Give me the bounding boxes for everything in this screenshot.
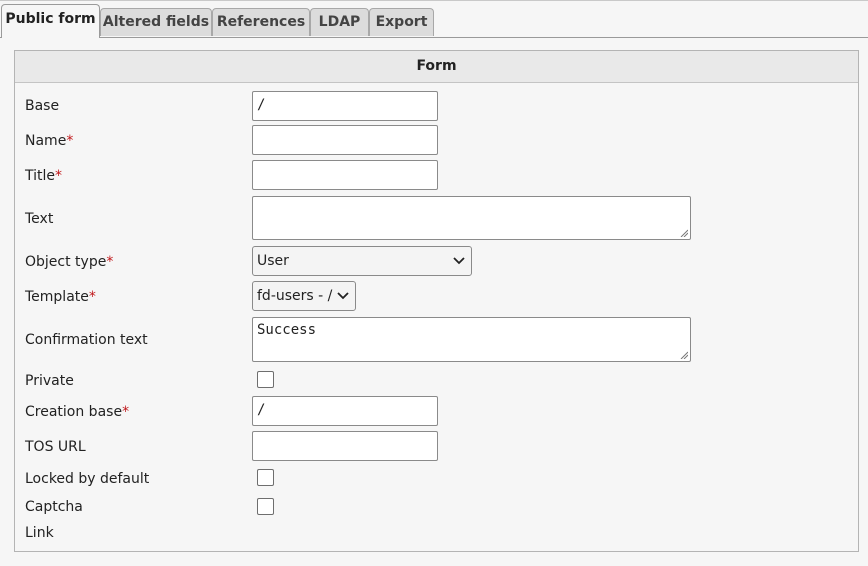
template-select[interactable]: fd-users - / [252,281,356,311]
object-type-select[interactable]: User [252,246,472,276]
private-label-text: Private [25,373,74,389]
text-label: Text [25,210,53,228]
confirmation-text-textarea[interactable]: Success [252,317,691,362]
creation-base-label-text: Creation base [25,404,123,420]
chevron-down-icon [337,292,349,300]
form-panel: Form Base / Name* Title* Text Object typ… [14,50,859,552]
captcha-label: Captcha [25,498,83,516]
template-label-text: Template [25,289,89,305]
name-label-text: Name [25,133,67,149]
base-label: Base [25,97,59,115]
template-required-mark: * [88,289,96,305]
name-label: Name* [25,132,73,150]
creation-base-label: Creation base* [25,403,129,421]
tab-export[interactable]: Export [369,8,434,36]
confirmation-text-label: Confirmation text [25,331,148,349]
base-label-text: Base [25,98,60,114]
tos-url-input[interactable] [252,431,438,461]
object-type-required-mark: * [106,254,114,270]
chevron-down-icon [453,257,465,265]
locked-by-default-label-text: Locked by default [25,471,150,487]
tab-bar: Public form Altered fields References LD… [0,0,868,38]
tab-altered-fields[interactable]: Altered fields [100,8,212,36]
link-label-text: Link [25,525,54,541]
captcha-checkbox[interactable] [257,498,274,515]
name-input[interactable] [252,125,438,155]
tos-url-label-text: TOS URL [25,439,86,455]
link-label: Link [25,524,54,542]
template-selected: fd-users - / [257,288,333,304]
title-label-text: Title [25,168,56,184]
title-input[interactable] [252,160,438,190]
captcha-label-text: Captcha [25,499,83,515]
template-label: Template* [25,288,96,306]
resize-grip-icon[interactable] [680,351,688,359]
tab-public-form[interactable]: Public form [1,4,100,38]
base-input[interactable]: / [252,91,438,121]
tos-url-label: TOS URL [25,438,86,456]
text-textarea[interactable] [252,196,691,240]
confirmation-text-label-text: Confirmation text [25,332,148,348]
locked-by-default-label: Locked by default [25,470,149,488]
private-checkbox[interactable] [257,371,274,388]
title-label: Title* [25,167,62,185]
object-type-label: Object type* [25,253,113,271]
locked-by-default-checkbox[interactable] [257,469,274,486]
name-required-mark: * [66,133,74,149]
text-label-text: Text [25,211,54,227]
confirmation-text-value: Success [257,322,317,338]
object-type-selected: User [257,253,289,269]
creation-base-input[interactable]: / [252,396,438,426]
private-label: Private [25,372,74,390]
tab-ldap[interactable]: LDAP [310,8,369,36]
resize-grip-icon[interactable] [680,229,688,237]
tab-references[interactable]: References [212,8,310,36]
creation-base-required-mark: * [122,404,130,420]
title-required-mark: * [55,168,63,184]
panel-title: Form [15,51,858,83]
object-type-label-text: Object type [25,254,107,270]
